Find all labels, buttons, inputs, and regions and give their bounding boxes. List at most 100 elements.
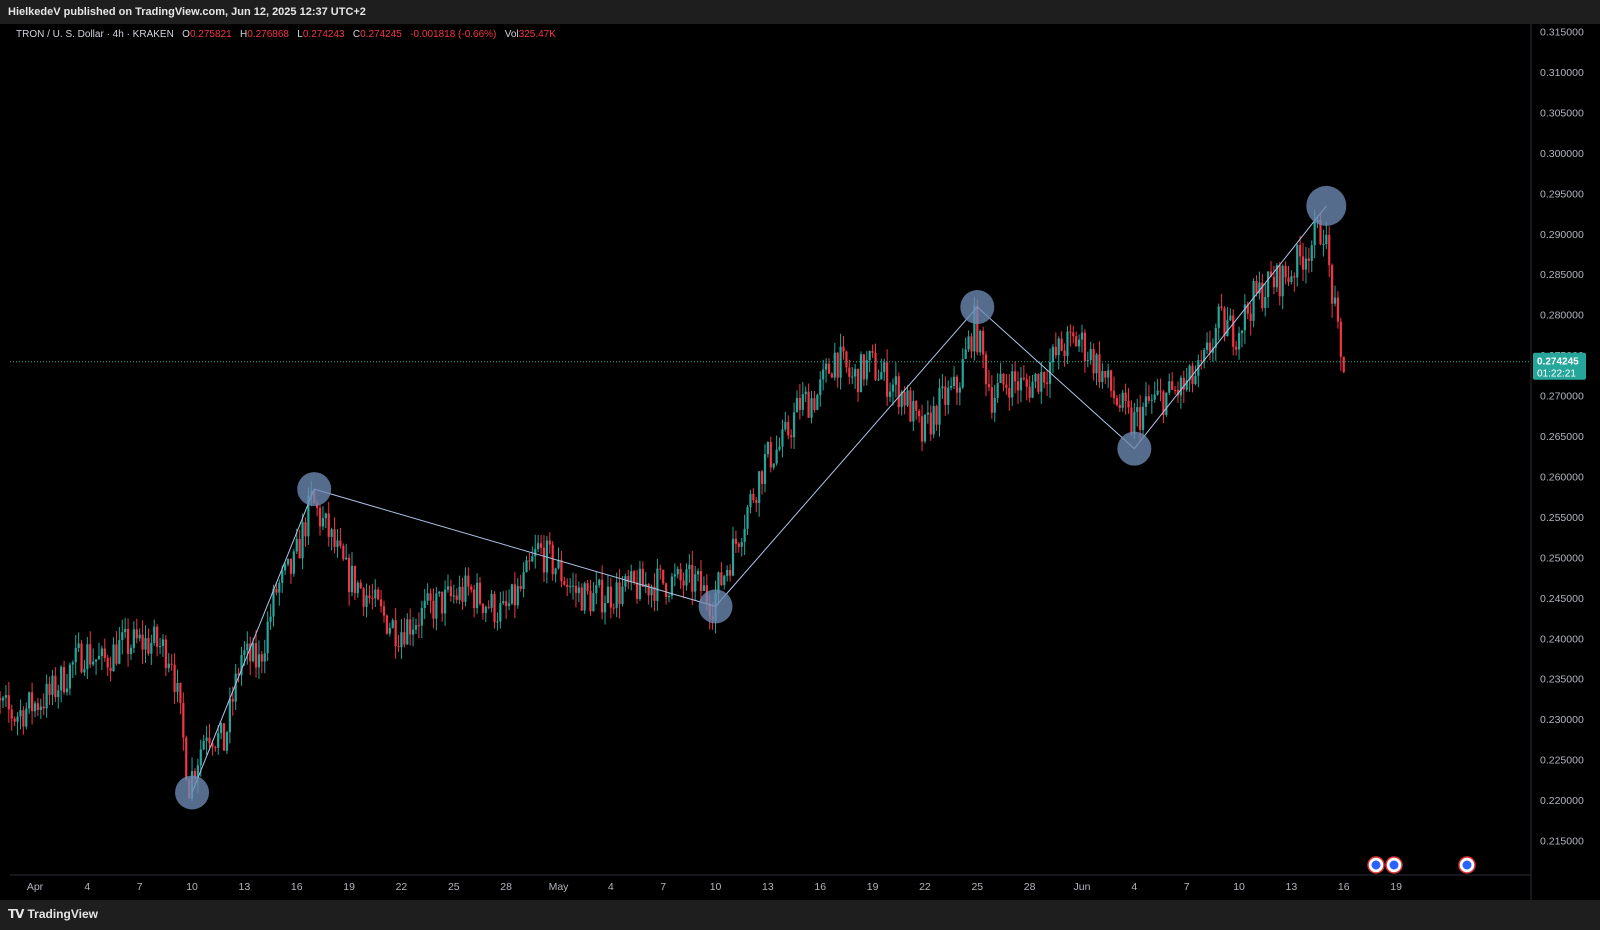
- candle-body: [1075, 336, 1078, 347]
- candle-body: [1331, 265, 1334, 304]
- candle-body: [33, 703, 37, 712]
- candle-body: [598, 579, 601, 586]
- time-tick-label: 13: [1286, 881, 1298, 893]
- candle-body: [452, 595, 455, 597]
- candle-body: [150, 642, 153, 654]
- candle-body: [132, 629, 135, 648]
- candle-body: [397, 646, 400, 648]
- candle-body: [836, 352, 839, 378]
- candle-body: [1077, 339, 1081, 347]
- price-tick-label: 0.230000: [1540, 714, 1584, 726]
- candle-body: [947, 387, 950, 405]
- price-tick-label: 0.305000: [1540, 107, 1584, 119]
- candle-body: [554, 568, 557, 575]
- candle-body: [1208, 342, 1212, 353]
- price-chart[interactable]: 0.315000 0.310000 0.305000 0.300000 0.295000…: [0, 0, 1600, 900]
- price-axis[interactable]: 0.315000 0.310000 0.305000 0.300000 0.295000…: [1540, 27, 1584, 848]
- candle-body: [65, 688, 69, 693]
- price-tick-label: 0.250000: [1540, 552, 1584, 564]
- candle-body: [548, 540, 551, 545]
- price-tick-label: 0.280000: [1540, 310, 1584, 322]
- time-tick-label: 22: [919, 881, 931, 893]
- candle-body: [784, 421, 787, 430]
- candle-body: [490, 594, 493, 608]
- zigzag-pattern[interactable]: [175, 185, 1347, 810]
- candle-body: [1072, 332, 1075, 337]
- candle-body: [795, 398, 799, 413]
- candle-body: [1130, 407, 1133, 434]
- candle-body: [769, 442, 772, 468]
- candle-body: [970, 336, 973, 352]
- pivot-marker[interactable]: [1306, 185, 1347, 226]
- candle-body: [1150, 399, 1153, 401]
- candle-body: [414, 625, 418, 630]
- candle-body: [1313, 222, 1316, 246]
- candle-body: [423, 600, 426, 608]
- candle-body: [1060, 338, 1063, 351]
- candle-body: [377, 589, 380, 600]
- current-price-label: 0.274245 01:22:21: [1533, 352, 1586, 380]
- candle-body: [595, 585, 598, 594]
- candle-body: [920, 416, 924, 442]
- candle-body: [94, 659, 98, 662]
- candle-body: [851, 376, 854, 378]
- candle-body: [891, 384, 895, 392]
- candle-body: [519, 586, 522, 589]
- candle-body: [667, 595, 671, 598]
- time-axis[interactable]: 29Apr4710131619222528May4710131619222528…: [0, 881, 1402, 893]
- candle-body: [734, 538, 738, 544]
- candle-body: [60, 666, 63, 691]
- price-tick-label: 0.235000: [1540, 674, 1584, 686]
- candle-body: [92, 661, 95, 665]
- pivot-marker[interactable]: [297, 472, 332, 507]
- event-marker-dot: [1462, 860, 1472, 870]
- candle-body: [231, 698, 234, 702]
- candle-body: [697, 571, 700, 575]
- tradingview-logo[interactable]: 𝗧𝗩 TradingView: [8, 907, 98, 921]
- candle-body: [473, 589, 476, 609]
- candle-body: [833, 352, 836, 378]
- low-value: 0.274243: [302, 29, 345, 40]
- candle-body: [353, 565, 357, 594]
- candle-body: [62, 666, 66, 693]
- candle-body: [1223, 308, 1226, 337]
- candle-body: [758, 471, 761, 503]
- candle-body: [909, 390, 912, 422]
- candle-series: [0, 209, 1345, 802]
- pivot-marker[interactable]: [1117, 431, 1152, 466]
- candle-body: [702, 585, 706, 591]
- candle-body: [807, 391, 810, 418]
- pivot-marker[interactable]: [960, 290, 995, 325]
- time-tick-label: 4: [608, 881, 614, 893]
- candle-body: [778, 446, 781, 450]
- price-tick-label: 0.310000: [1540, 67, 1584, 79]
- event-marker-dot: [1389, 860, 1399, 870]
- candle-body: [1046, 382, 1049, 384]
- candle-body: [1089, 349, 1092, 361]
- candle-body: [493, 594, 496, 623]
- candle-body: [1014, 371, 1017, 382]
- candle-body: [624, 576, 627, 587]
- candle-body: [1301, 256, 1305, 270]
- candle-body: [801, 394, 804, 410]
- time-tick-label: 19: [343, 881, 355, 893]
- candle-body: [295, 538, 298, 552]
- candle-body: [1179, 377, 1182, 396]
- pivot-marker[interactable]: [175, 775, 210, 810]
- candle-body: [935, 406, 938, 425]
- candle-body: [522, 572, 525, 589]
- candle-body: [883, 362, 886, 373]
- pivot-marker[interactable]: [698, 589, 733, 624]
- candle-body: [967, 336, 970, 350]
- time-tick-label: 7: [137, 881, 143, 893]
- candle-body: [68, 664, 71, 689]
- candle-body: [842, 346, 845, 352]
- symbol-name[interactable]: TRON / U. S. Dollar · 4h · KRAKEN: [16, 29, 174, 40]
- time-tick-label: 7: [660, 881, 666, 893]
- candle-body: [502, 601, 505, 604]
- candle-body: [1022, 377, 1025, 380]
- candle-body: [606, 586, 610, 604]
- candle-body: [220, 723, 223, 734]
- candle-body: [1136, 407, 1139, 413]
- candle-body: [865, 360, 868, 380]
